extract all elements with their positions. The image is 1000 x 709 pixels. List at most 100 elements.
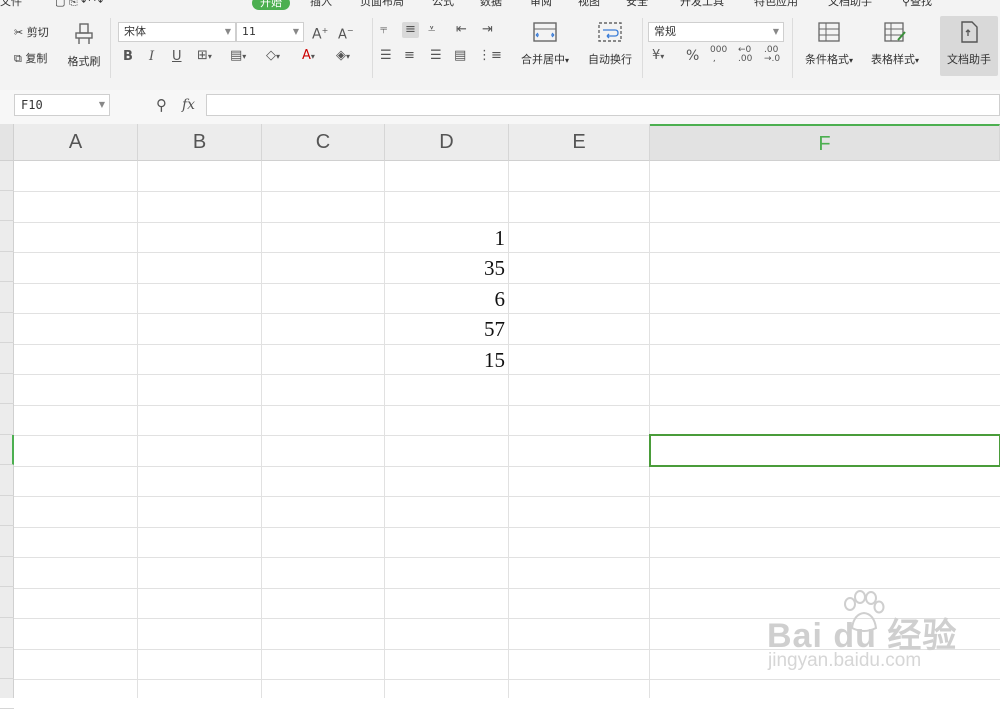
number-format-select[interactable]: 常规 ▼ [648,22,784,42]
wrap-text-icon [598,22,622,42]
menu-data[interactable]: 数据 [480,0,502,9]
row-header[interactable] [0,191,14,221]
row-header[interactable] [0,496,14,526]
decimal-increase-icon[interactable]: ←0.00 [738,46,752,64]
cell-d6[interactable]: 57 [385,314,505,344]
menu-doc-assistant[interactable]: 文档助手 [828,0,872,9]
menu-insert[interactable]: 插入 [310,0,332,9]
menu-page-layout[interactable]: 页面布局 [360,0,404,9]
eraser-icon[interactable]: ◈▾ [336,48,350,65]
fill-color-icon[interactable]: ◇▾ [266,48,280,65]
column-header-f[interactable]: F [650,124,1000,161]
conditional-format-button[interactable]: 条件格式▾ [798,20,860,67]
row-header[interactable] [0,405,14,435]
format-painter-button[interactable]: 格式刷 [64,22,104,69]
menu-file[interactable]: 文件 [0,0,22,9]
menu-view[interactable]: 视图 [578,0,600,9]
ribbon-divider [110,18,111,78]
row-header[interactable] [0,252,14,282]
bold-button[interactable]: B [123,49,133,65]
cut-button[interactable]: ✂ 剪切 [14,24,49,40]
font-color-icon[interactable]: A▾ [302,48,315,65]
zoom-search-icon[interactable]: ⚲ [156,97,167,113]
thousands-button[interactable]: 000 , [710,46,727,64]
row-header[interactable] [0,649,14,679]
column-header-a[interactable]: A [14,124,138,161]
row-header[interactable] [0,618,14,648]
grid-line [508,161,509,698]
row-header[interactable] [0,527,14,557]
grid-line [14,252,1000,253]
fx-button[interactable]: fx [182,97,195,113]
justify-icon[interactable]: ▤ [454,48,466,64]
indent-decrease-icon[interactable]: ⇤ [456,22,467,38]
grid-line [261,161,262,698]
fill-pattern-icon[interactable]: ▤▾ [230,48,246,65]
menu-review[interactable]: 审阅 [530,0,552,9]
menu-developer[interactable]: 开发工具 [680,0,724,9]
doc-assistant-button[interactable]: 文档助手 [940,16,998,76]
cell-d7[interactable]: 15 [385,345,505,375]
cell-d3[interactable]: 1 [385,223,506,253]
grid-line [14,496,1000,497]
column-header-c[interactable]: C [262,124,385,161]
underline-button[interactable]: U [172,49,182,65]
align-middle-icon[interactable]: ≡ [402,22,419,38]
row-header[interactable] [0,679,14,709]
wrap-text-button[interactable]: 自动换行 [582,20,638,67]
align-bottom-icon[interactable]: ⩡ [428,22,435,38]
ribbon-home: ✂ 剪切 ⧉ 复制 格式刷 宋体 ▼ 11 ▼ A+ A− B I U ⊞▾ ▤▾ … [0,10,1000,91]
quick-access-icons[interactable]: ▢ ⎘ ↶ ↷ [55,0,103,9]
align-center-icon[interactable]: ≡ [404,48,415,64]
column-header-d[interactable]: D [385,124,509,161]
currency-icon[interactable]: ¥▾ [652,48,664,65]
decrease-font-icon[interactable]: A− [338,23,354,43]
chevron-down-icon: ▼ [224,27,231,36]
column-header-b[interactable]: B [138,124,262,161]
chevron-down-icon: ▼ [292,27,299,36]
row-header[interactable] [0,466,14,496]
cell-d5[interactable]: 6 [385,284,506,314]
decimal-decrease-icon[interactable]: .00 →.0 [764,46,780,64]
row-header[interactable] [0,344,14,374]
conditional-format-icon [818,22,840,42]
font-size-select[interactable]: 11 ▼ [236,22,304,42]
column-header-e[interactable]: E [509,124,650,161]
name-box[interactable]: F10 ▼ [14,94,110,116]
row-header[interactable] [0,161,14,191]
menu-search[interactable]: ⚲查找 [902,0,932,9]
select-all-corner[interactable] [0,124,14,161]
row-header[interactable] [0,374,14,404]
menu-security[interactable]: 安全 [626,0,648,9]
merge-center-button[interactable]: 合并居中▾ [512,20,578,67]
menu-special[interactable]: 特色应用 [754,0,798,9]
font-name-select[interactable]: 宋体 ▼ [118,22,236,42]
increase-font-icon[interactable]: A+ [312,23,328,43]
active-cell-f10[interactable] [649,434,1000,467]
menu-home[interactable]: 开始 [252,0,290,10]
formula-input[interactable] [206,94,1000,116]
table-style-button[interactable]: 表格样式▾ [864,20,926,67]
align-right-icon[interactable]: ☰ [430,48,442,64]
scissors-icon: ✂ [14,26,24,39]
formula-bar: F10 ▼ ⚲ fx [0,90,1000,125]
italic-button[interactable]: I [149,49,154,65]
cell-d4[interactable]: 35 [385,253,505,283]
align-left-icon[interactable]: ☰ [380,48,392,64]
row-header-strip[interactable] [0,161,14,709]
row-header-active[interactable] [0,435,14,465]
chevron-down-icon: ▼ [98,100,105,109]
align-top-icon[interactable]: ⫧ [380,22,387,38]
row-header[interactable] [0,313,14,343]
menu-formulas[interactable]: 公式 [432,0,454,9]
row-header[interactable] [0,222,14,252]
distributed-icon[interactable]: ⋮≡ [478,48,502,64]
row-header[interactable] [0,557,14,587]
row-header[interactable] [0,283,14,313]
borders-icon[interactable]: ⊞▾ [197,48,212,65]
row-header[interactable] [0,588,14,618]
percent-button[interactable]: % [686,48,699,64]
copy-button[interactable]: ⧉ 复制 [14,50,47,66]
indent-increase-icon[interactable]: ⇥ [482,22,493,38]
menu-bar: 文件 ▢ ⎘ ↶ ↷ 开始 插入 页面布局 公式 数据 审阅 视图 安全 开发工… [0,0,1000,10]
